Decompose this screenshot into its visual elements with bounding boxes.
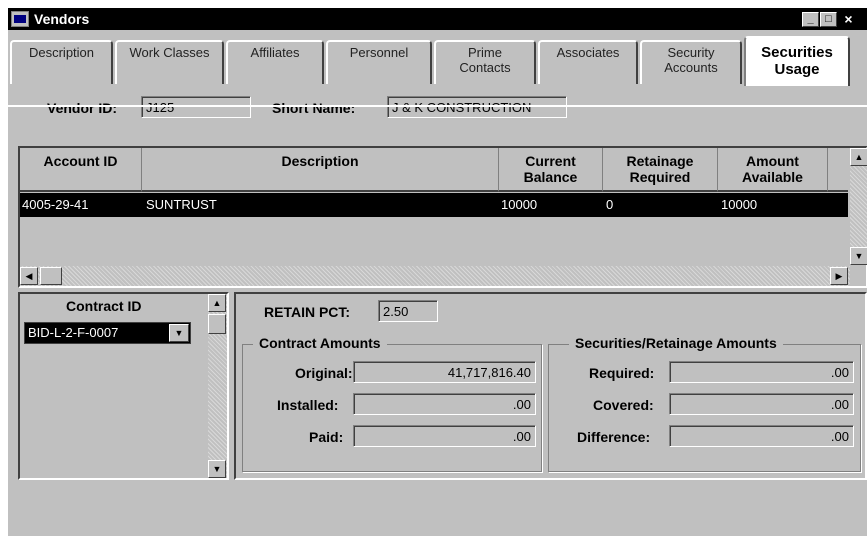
installed-label: Installed: [277,397,339,413]
table-header: Account ID Description Current Balance R… [20,148,848,193]
close-button[interactable]: × [840,12,857,27]
tab-divider [8,105,867,107]
contract-id-panel: Contract ID BID-L-2-F-0007 ▼ ▲ ▼ [18,292,229,480]
required-label: Required: [589,365,655,381]
retain-pct-field[interactable]: 2.50 [378,300,438,322]
tab-associates[interactable]: Associates [538,40,638,84]
scroll-up-icon[interactable]: ▲ [208,294,226,312]
cell-retainage-required: 0 [606,197,614,212]
tab-strip: Description Work Classes Affiliates Pers… [8,30,867,107]
tab-security-accounts[interactable]: Security Accounts [640,40,742,84]
maximize-button[interactable]: □ [820,12,837,27]
scroll-down-icon[interactable]: ▼ [208,460,226,478]
cell-amount-available: 10000 [721,197,758,212]
cell-current-balance: 10000 [501,197,538,212]
minimize-button[interactable]: _ [802,12,819,27]
amounts-panel: RETAIN PCT: 2.50 Contract Amounts Origin… [234,292,867,480]
retain-pct-label: RETAIN PCT: [264,304,351,320]
short-name-field[interactable]: J & K CONSTRUCTION [387,96,567,118]
contract-amounts-group: Contract Amounts Original: 41,717,816.40… [242,335,542,472]
app-icon[interactable] [11,11,29,27]
column-header-current-balance[interactable]: Current Balance [499,148,603,192]
accounts-table: Account ID Description Current Balance R… [18,146,867,288]
table-vertical-scrollbar[interactable]: ▲ ▼ [850,148,867,265]
paid-label: Paid: [309,429,344,445]
tab-prime-contacts[interactable]: Prime Contacts [434,40,536,84]
cell-description: SUNTRUST [146,197,217,212]
chevron-down-icon[interactable]: ▼ [169,324,189,342]
scroll-left-icon[interactable]: ◀ [20,267,38,285]
tab-securities-usage[interactable]: Securities Usage [744,36,850,86]
column-header-label: Account ID [43,153,118,169]
original-field[interactable]: 41,717,816.40 [353,361,536,383]
horizontal-scroll-thumb[interactable] [40,267,62,285]
scroll-up-icon[interactable]: ▲ [850,148,867,166]
table-horizontal-scrollbar[interactable]: ◀ ▶ [20,266,850,286]
contract-list-scrollbar[interactable]: ▲ ▼ [208,294,227,478]
column-header-retainage-required[interactable]: Retainage Required [603,148,718,192]
title-bar: Vendors _ □ × [8,8,867,30]
tab-personnel[interactable]: Personnel [326,40,432,84]
difference-label: Difference: [577,429,651,445]
vendor-id-label: Vendor ID: [47,100,118,116]
column-header-spacer [828,148,848,192]
tab-description[interactable]: Description [10,40,113,84]
original-label: Original: [295,365,353,381]
contract-amounts-title: Contract Amounts [253,335,387,351]
column-header-amount-available[interactable]: Amount Available [718,148,828,192]
contract-scroll-thumb[interactable] [208,314,226,334]
securities-retainage-title: Securities/Retainage Amounts [569,335,783,351]
covered-field[interactable]: .00 [669,393,854,415]
cell-account-id: 4005-29-41 [22,197,89,212]
tab-affiliates[interactable]: Affiliates [226,40,324,84]
securities-retainage-group: Securities/Retainage Amounts Required: .… [548,335,861,472]
short-name-label: Short Name: [272,100,356,116]
column-header-description[interactable]: Description [142,148,499,192]
vendors-window: Vendors _ □ × Description Work Classes A… [8,8,867,536]
covered-label: Covered: [593,397,654,413]
tab-work-classes[interactable]: Work Classes [115,40,224,84]
table-row[interactable]: 4005-29-41 SUNTRUST 10000 0 10000 [20,193,848,217]
required-field[interactable]: .00 [669,361,854,383]
scroll-right-icon[interactable]: ▶ [830,267,848,285]
contract-id-dropdown[interactable]: BID-L-2-F-0007 ▼ [24,322,191,344]
column-header-account-id[interactable]: Account ID [20,148,142,192]
contract-id-value: BID-L-2-F-0007 [28,325,119,340]
column-header-label: Description [281,153,359,169]
window-title: Vendors [34,11,90,27]
difference-field[interactable]: .00 [669,425,854,447]
installed-field[interactable]: .00 [353,393,536,415]
scroll-down-icon[interactable]: ▼ [850,247,867,265]
contract-id-header: Contract ID [66,298,142,314]
paid-field[interactable]: .00 [353,425,536,447]
vendor-id-field[interactable]: J125 [141,96,251,118]
